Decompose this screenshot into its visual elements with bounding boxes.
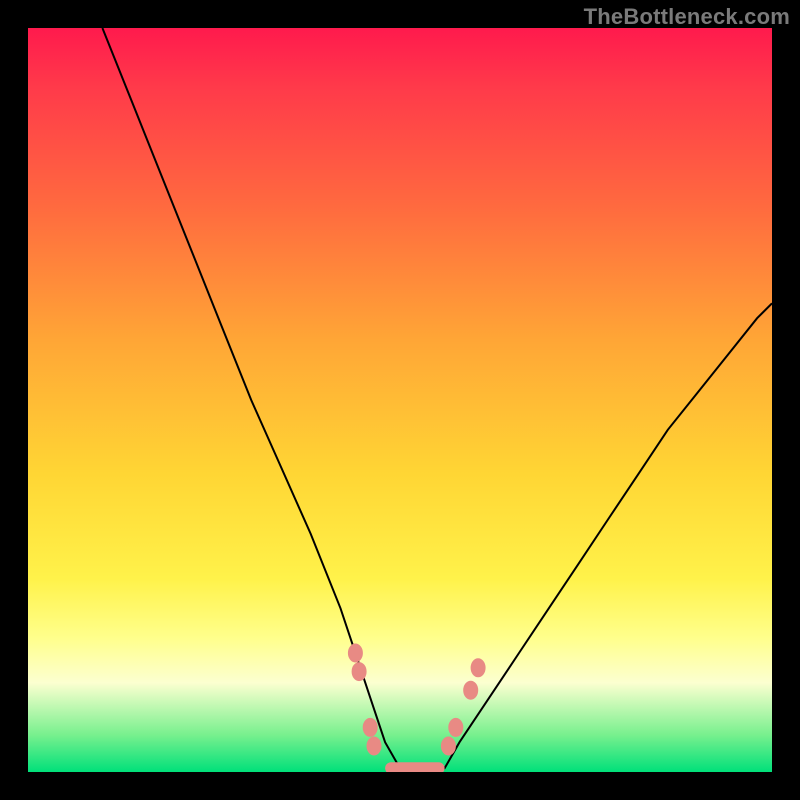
curve-marker xyxy=(363,718,377,736)
curve-marker xyxy=(449,718,463,736)
chart-frame: TheBottleneck.com xyxy=(0,0,800,800)
curve-marker xyxy=(348,644,362,662)
curve-markers xyxy=(348,644,485,755)
baseline-band xyxy=(385,762,445,772)
bottleneck-curve xyxy=(102,28,772,768)
curve-marker xyxy=(464,681,478,699)
watermark-text: TheBottleneck.com xyxy=(584,4,790,30)
curve-marker xyxy=(471,659,485,677)
curve-marker xyxy=(441,737,455,755)
curve-marker xyxy=(352,663,366,681)
curve-marker xyxy=(367,737,381,755)
chart-overlay xyxy=(28,28,772,772)
